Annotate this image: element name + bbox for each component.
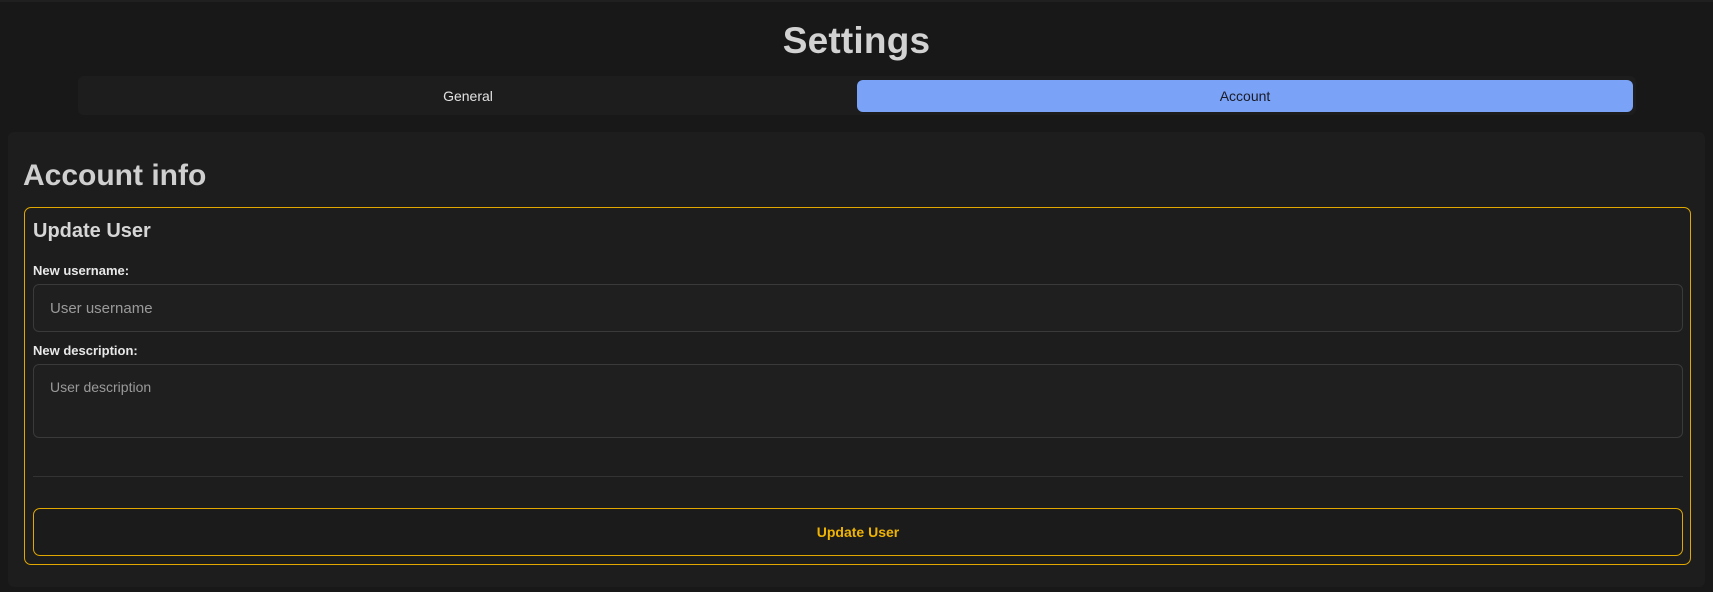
settings-tab-bar: General Account [78,76,1636,115]
tab-account[interactable]: Account [857,80,1633,112]
update-user-button[interactable]: Update User [33,508,1683,556]
description-textarea[interactable] [33,364,1683,438]
account-info-heading: Account info [23,159,207,192]
update-user-card: Update User New username: New descriptio… [24,207,1691,565]
username-label: New username: [33,263,130,278]
form-divider [33,476,1683,477]
page-title: Settings [782,20,931,61]
tab-general[interactable]: General [82,80,854,112]
username-input[interactable] [33,284,1683,332]
update-user-title: Update User [33,220,151,242]
account-panel: Account info Update User New username: N… [8,132,1705,587]
settings-page: Settings General Account Account info Up… [0,0,1713,592]
description-label: New description: [33,343,138,358]
